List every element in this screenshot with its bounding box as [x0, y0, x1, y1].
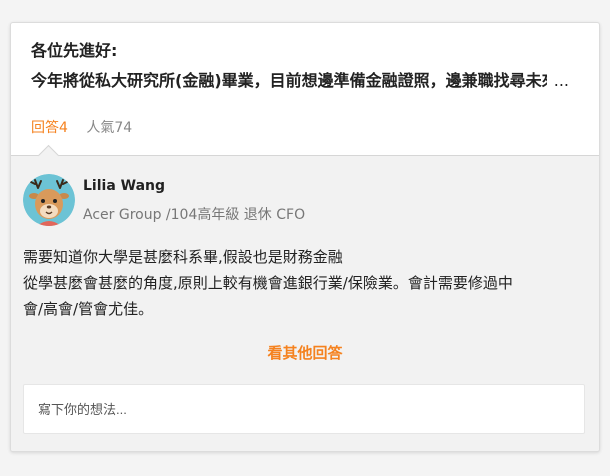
answer-line: 需要知道你大學是甚麼科系畢,假設也是財務金融 [23, 248, 343, 266]
comment-input[interactable] [23, 384, 585, 434]
question-ellipsis: ... [549, 71, 569, 91]
question-stats: 回答4 人氣74 [31, 119, 132, 137]
author-meta: Acer Group /104高年級 退休 CFO [83, 207, 306, 223]
question-title[interactable]: 各位先進好: [31, 41, 117, 61]
answer-line: 會/高會/管會尤佳。 [23, 300, 154, 318]
popularity-count: 人氣74 [86, 120, 133, 136]
question-card: 各位先進好: 今年將從私大研究所(金融)畢業，目前想邊準備金融證照，邊兼職找尋未… [10, 22, 600, 452]
section-pointer [37, 144, 60, 167]
answer-section: Lilia Wang Acer Group /104高年級 退休 CFO 需要知… [11, 144, 599, 451]
answer-text: 需要知道你大學是甚麼科系畢,假設也是財務金融 從學甚麼會甚麼的角度,原則上較有機… [23, 244, 589, 322]
question-preview[interactable]: 今年將從私大研究所(金融)畢業，目前想邊準備金融證照，邊兼職找尋未來 ... [31, 71, 571, 91]
deer-avatar-icon[interactable] [23, 174, 75, 226]
see-other-answers-link[interactable]: 看其他回答 [11, 342, 599, 363]
answers-count-tab[interactable]: 回答4 [31, 120, 68, 136]
question-preview-text: 今年將從私大研究所(金融)畢業，目前想邊準備金融證照，邊兼職找尋未來 [31, 71, 547, 90]
author-name[interactable]: Lilia Wang [83, 178, 165, 194]
answer-line: 從學甚麼會甚麼的角度,原則上較有機會進銀行業/保險業。會計需要修過中 [23, 274, 513, 292]
